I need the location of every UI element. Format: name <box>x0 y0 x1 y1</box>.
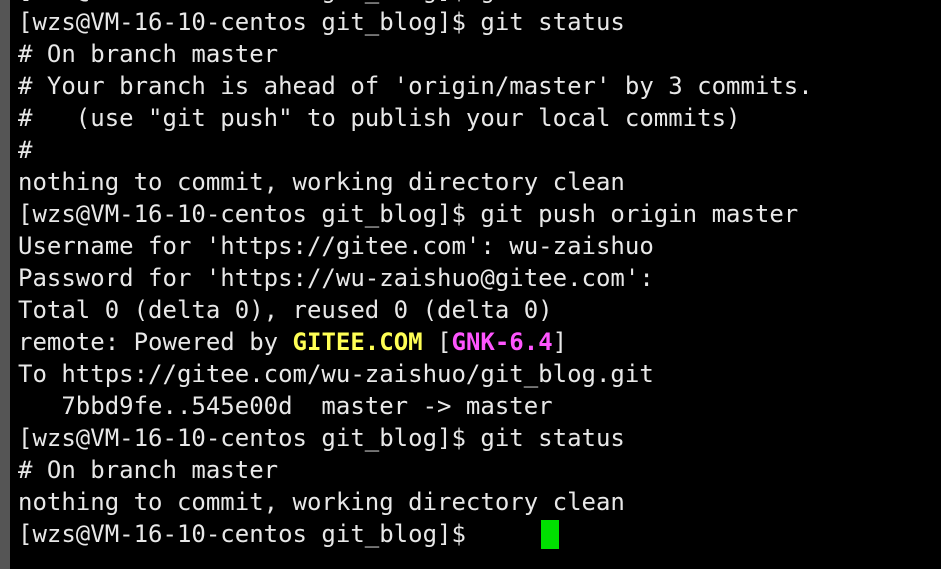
line-remote-powered-by: remote: Powered by GITEE.COM [GNK-6.4] <box>18 326 941 358</box>
line-on-branch-master-2: # On branch master <box>18 454 941 486</box>
line-prompt-final: [wzs@VM-16-10-centos git_blog]$ <box>18 518 941 550</box>
line-on-branch-master-2-seg-0: # On branch master <box>18 456 279 484</box>
terminal-window: [wzs@VM-16-10-centos git_blog]$ git stat… <box>0 0 941 569</box>
text-cursor <box>541 520 559 549</box>
line-password-prompt-seg-0: Password for 'https://wu-zaishuo@gitee.c… <box>18 264 654 292</box>
line-prompt-git-status-2-seg-0: [wzs@VM-16-10-centos git_blog]$ git stat… <box>18 424 625 452</box>
line-remote-powered-by-seg-3: GNK-6.4 <box>451 328 553 356</box>
line-ref-update-seg-0: 7bbd9fe..545e00d master -> master <box>18 392 553 420</box>
line-hash-only-seg-0: # <box>18 136 33 164</box>
scrollbar-thumb[interactable] <box>0 0 10 569</box>
line-total-delta: Total 0 (delta 0), reused 0 (delta 0) <box>18 294 941 326</box>
terminal-output: [wzs@VM-16-10-centos git_blog]$ git stat… <box>18 0 941 550</box>
line-username-prompt: Username for 'https://gitee.com': wu-zai… <box>18 230 941 262</box>
line-use-git-push-hint-seg-0: # (use "git push" to publish your local … <box>18 104 741 132</box>
line-to-remote-url: To https://gitee.com/wu-zaishuo/git_blog… <box>18 358 941 390</box>
line-partial-top-seg-0: [wzs@VM-16-10-centos git_blog]$ git stat… <box>18 0 625 4</box>
line-hash-only: # <box>18 134 941 166</box>
line-prompt-git-status-1: [wzs@VM-16-10-centos git_blog]$ git stat… <box>18 6 941 38</box>
line-on-branch-master-1-seg-0: # On branch master <box>18 40 279 68</box>
line-remote-powered-by-seg-2: [ <box>422 328 452 356</box>
line-remote-powered-by-seg-1: GITEE.COM <box>292 328 423 356</box>
line-prompt-git-push-seg-0: [wzs@VM-16-10-centos git_blog]$ git push… <box>18 200 799 228</box>
line-to-remote-url-seg-0: To https://gitee.com/wu-zaishuo/git_blog… <box>18 360 654 388</box>
terminal-screen[interactable]: [wzs@VM-16-10-centos git_blog]$ git stat… <box>11 0 941 569</box>
line-nothing-to-commit-2: nothing to commit, working directory cle… <box>18 486 941 518</box>
line-prompt-git-status-1-seg-0: [wzs@VM-16-10-centos git_blog]$ git stat… <box>18 8 625 36</box>
line-branch-ahead-seg-0: # Your branch is ahead of 'origin/master… <box>18 72 813 100</box>
line-use-git-push-hint: # (use "git push" to publish your local … <box>18 102 941 134</box>
line-branch-ahead: # Your branch is ahead of 'origin/master… <box>18 70 941 102</box>
line-remote-powered-by-seg-4: ] <box>552 328 568 356</box>
line-remote-powered-by-seg-0: remote: Powered by <box>18 328 293 356</box>
line-nothing-to-commit-2-seg-0: nothing to commit, working directory cle… <box>18 488 625 516</box>
scrollbar-track[interactable] <box>0 0 10 569</box>
line-total-delta-seg-0: Total 0 (delta 0), reused 0 (delta 0) <box>18 296 553 324</box>
line-prompt-final-seg-0: [wzs@VM-16-10-centos git_blog]$ <box>18 520 481 548</box>
line-prompt-git-push: [wzs@VM-16-10-centos git_blog]$ git push… <box>18 198 941 230</box>
line-prompt-git-status-2: [wzs@VM-16-10-centos git_blog]$ git stat… <box>18 422 941 454</box>
line-username-prompt-seg-0: Username for 'https://gitee.com': wu-zai… <box>18 232 654 260</box>
line-password-prompt: Password for 'https://wu-zaishuo@gitee.c… <box>18 262 941 294</box>
line-nothing-to-commit-1-seg-0: nothing to commit, working directory cle… <box>18 168 625 196</box>
line-nothing-to-commit-1: nothing to commit, working directory cle… <box>18 166 941 198</box>
line-ref-update: 7bbd9fe..545e00d master -> master <box>18 390 941 422</box>
line-on-branch-master-1: # On branch master <box>18 38 941 70</box>
